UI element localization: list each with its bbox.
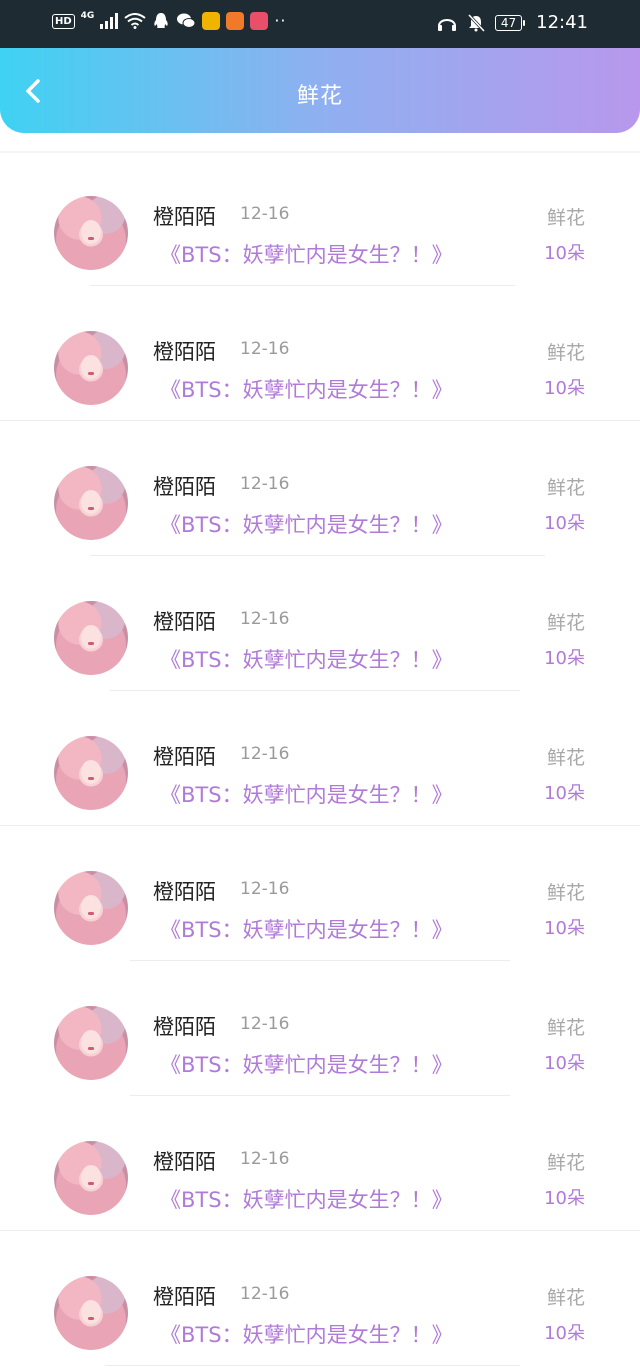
avatar[interactable] <box>54 871 128 945</box>
qq-icon <box>154 13 168 28</box>
list-item[interactable]: 橙陌陌 12-16 《BTS：妖孽忙内是女生？！》 鲜花 10朵 <box>0 691 640 826</box>
gift-type: 鲜花 <box>546 477 585 499</box>
gift-count: 10朵 <box>544 513 585 534</box>
user-name[interactable]: 橙陌陌 <box>153 876 216 906</box>
gift-count: 10朵 <box>544 1188 585 1209</box>
gift-type: 鲜花 <box>546 882 585 904</box>
user-name[interactable]: 橙陌陌 <box>153 741 216 771</box>
headphones-icon <box>437 18 456 31</box>
signal-icon <box>100 13 119 29</box>
avatar[interactable] <box>54 601 128 675</box>
avatar[interactable] <box>54 1276 128 1350</box>
reader-icon <box>250 12 269 30</box>
list-item[interactable]: 橙陌陌 12-16 《BTS：妖孽忙内是女生？！》 鲜花 10朵 <box>0 1096 640 1231</box>
avatar[interactable] <box>54 196 128 270</box>
more-notifications-icon: ·· <box>274 11 287 30</box>
gift-date: 12-16 <box>240 609 290 629</box>
gift-type: 鲜花 <box>546 1017 585 1039</box>
avatar[interactable] <box>54 1141 128 1215</box>
gift-date: 12-16 <box>240 339 290 359</box>
weibo-icon <box>202 12 221 30</box>
list-item[interactable]: 橙陌陌 12-16 《BTS：妖孽忙内是女生？！》 鲜花 10朵 <box>0 961 640 1096</box>
list-item[interactable]: 橙陌陌 12-16 《BTS：妖孽忙内是女生？！》 鲜花 10朵 <box>0 556 640 691</box>
gift-count: 10朵 <box>544 378 585 399</box>
list-item[interactable]: 橙陌陌 12-16 《BTS：妖孽忙内是女生？！》 鲜花 10朵 <box>0 286 640 421</box>
book-title[interactable]: 《BTS：妖孽忙内是女生？！》 <box>160 509 453 539</box>
book-title[interactable]: 《BTS：妖孽忙内是女生？！》 <box>160 239 453 269</box>
avatar[interactable] <box>54 331 128 405</box>
avatar[interactable] <box>54 736 128 810</box>
battery-indicator: 47 <box>494 14 526 31</box>
wechat-icon <box>177 13 196 28</box>
user-name[interactable]: 橙陌陌 <box>153 471 216 501</box>
gift-date: 12-16 <box>240 1284 290 1304</box>
gift-type: 鲜花 <box>546 1152 585 1174</box>
gift-type: 鲜花 <box>546 1287 585 1309</box>
header-bar: 鲜花 <box>0 48 640 133</box>
user-name[interactable]: 橙陌陌 <box>153 336 216 366</box>
gift-date: 12-16 <box>240 879 290 899</box>
list-item[interactable]: 橙陌陌 12-16 《BTS：妖孽忙内是女生？！》 鲜花 10朵 <box>0 1231 640 1366</box>
status-left: HD 4G ·· <box>52 11 287 30</box>
book-title[interactable]: 《BTS：妖孽忙内是女生？！》 <box>160 644 453 674</box>
gift-count: 10朵 <box>544 918 585 939</box>
book-title[interactable]: 《BTS：妖孽忙内是女生？！》 <box>160 374 453 404</box>
user-name[interactable]: 橙陌陌 <box>153 606 216 636</box>
list-item[interactable]: 橙陌陌 12-16 《BTS：妖孽忙内是女生？！》 鲜花 10朵 <box>0 151 640 286</box>
list-item[interactable]: 橙陌陌 12-16 《BTS：妖孽忙内是女生？！》 鲜花 10朵 <box>0 421 640 556</box>
user-name[interactable]: 橙陌陌 <box>153 1011 216 1041</box>
avatar[interactable] <box>54 1006 128 1080</box>
mute-bell-icon <box>467 13 485 32</box>
health-icon <box>226 12 245 30</box>
gift-count: 10朵 <box>544 648 585 669</box>
book-title[interactable]: 《BTS：妖孽忙内是女生？！》 <box>160 1319 453 1349</box>
hd-badge: HD <box>52 13 75 29</box>
gift-type: 鲜花 <box>546 207 585 229</box>
gift-date: 12-16 <box>240 744 290 764</box>
gift-date: 12-16 <box>240 474 290 494</box>
status-time: 12:41 <box>536 12 588 33</box>
status-right: 47 12:41 <box>437 12 588 33</box>
user-name[interactable]: 橙陌陌 <box>153 1146 216 1176</box>
gift-type: 鲜花 <box>546 747 585 769</box>
user-name[interactable]: 橙陌陌 <box>153 1281 216 1311</box>
gift-type: 鲜花 <box>546 612 585 634</box>
book-title[interactable]: 《BTS：妖孽忙内是女生？！》 <box>160 779 453 809</box>
divider <box>105 1365 520 1366</box>
gift-count: 10朵 <box>544 243 585 264</box>
gift-type: 鲜花 <box>546 342 585 364</box>
wifi-icon <box>124 13 146 29</box>
page-title: 鲜花 <box>296 84 343 109</box>
book-title[interactable]: 《BTS：妖孽忙内是女生？！》 <box>160 1184 453 1214</box>
gift-date: 12-16 <box>240 1014 290 1034</box>
list-item[interactable]: 橙陌陌 12-16 《BTS：妖孽忙内是女生？！》 鲜花 10朵 <box>0 826 640 961</box>
book-title[interactable]: 《BTS：妖孽忙内是女生？！》 <box>160 914 453 944</box>
status-bar: HD 4G ·· 47 12:41 <box>0 0 640 48</box>
gift-count: 10朵 <box>544 1053 585 1074</box>
gift-count: 10朵 <box>544 1323 585 1344</box>
gift-date: 12-16 <box>240 204 290 224</box>
gift-count: 10朵 <box>544 783 585 804</box>
network-type: 4G <box>80 11 95 21</box>
avatar[interactable] <box>54 466 128 540</box>
gift-date: 12-16 <box>240 1149 290 1169</box>
user-name[interactable]: 橙陌陌 <box>153 201 216 231</box>
book-title[interactable]: 《BTS：妖孽忙内是女生？！》 <box>160 1049 453 1079</box>
